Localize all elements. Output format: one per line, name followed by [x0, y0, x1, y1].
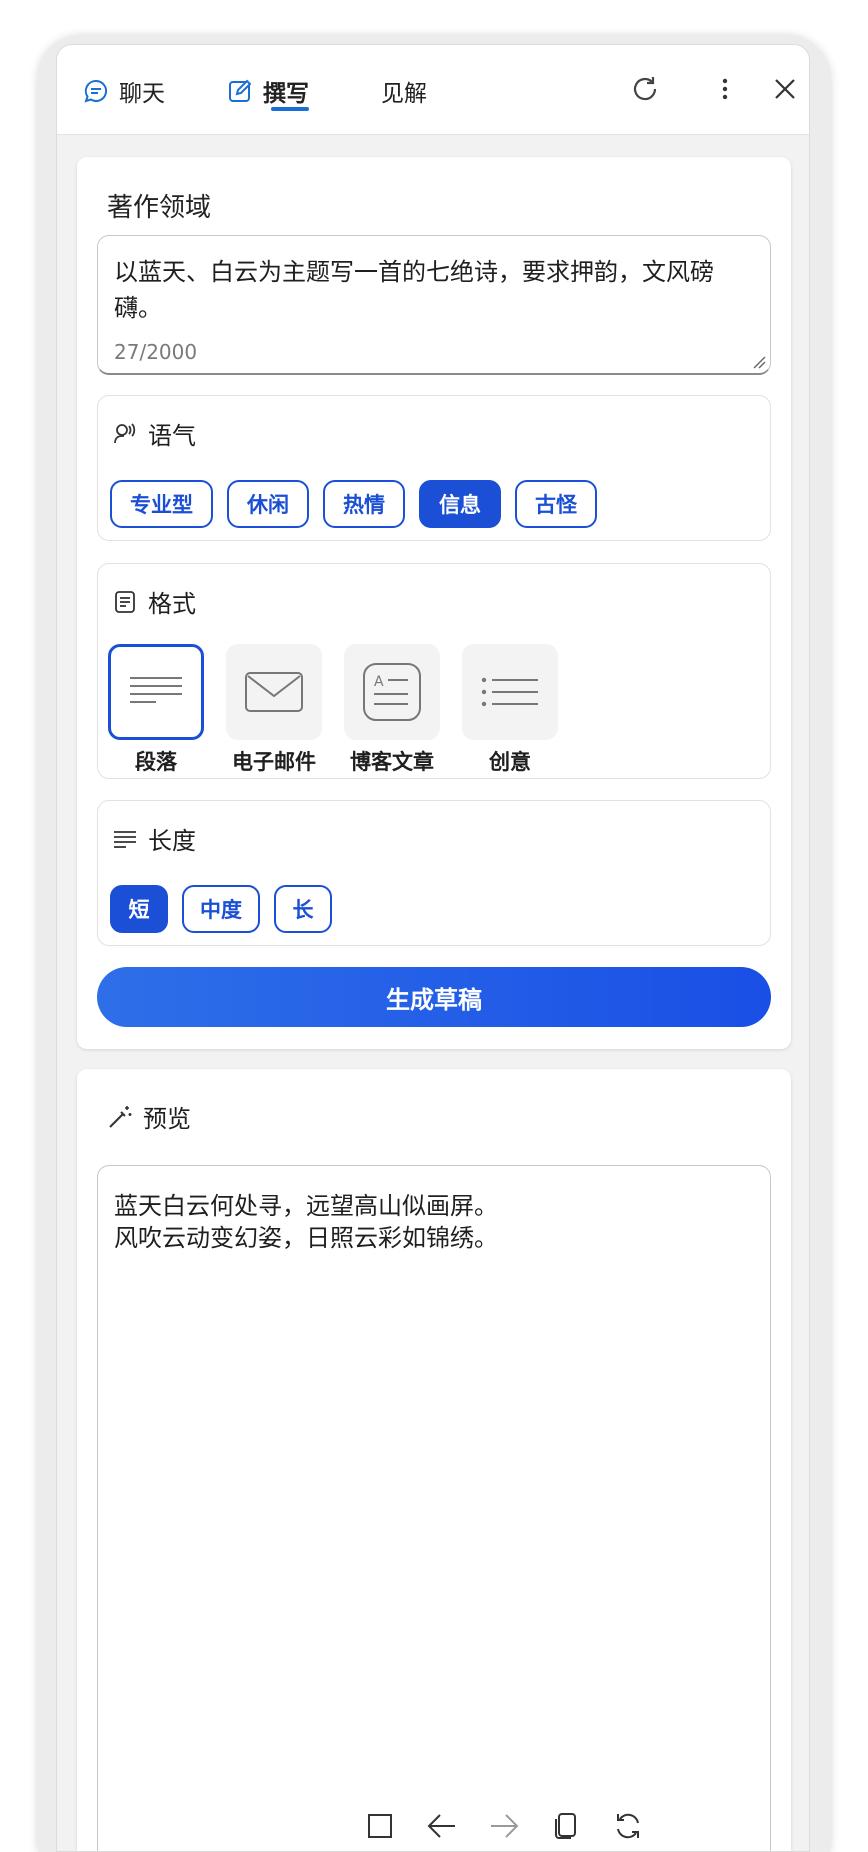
preview-header: 预览 — [107, 1099, 191, 1134]
svg-text:A: A — [374, 674, 384, 690]
close-icon — [775, 79, 795, 99]
format-paragraph-label: 段落 — [135, 750, 177, 774]
refresh-icon — [633, 77, 657, 101]
preview-line: 蓝天白云何处寻，远望高山似画屏。 — [114, 1192, 498, 1220]
format-blog-label: 博客文章 — [350, 750, 434, 774]
magic-wand-icon — [109, 1105, 132, 1128]
format-option-ideas[interactable]: 创意 — [460, 644, 560, 776]
tab-chat[interactable]: 聊天 — [83, 71, 165, 111]
next-button[interactable] — [484, 1806, 524, 1846]
format-options: 段落 电子邮件 A 博客文章 创意 — [106, 644, 578, 776]
resize-grip-icon[interactable] — [752, 355, 766, 369]
tone-label: 语气 — [148, 422, 196, 450]
blog-post-icon: A — [363, 663, 421, 721]
chat-icon — [84, 79, 108, 103]
copy-icon — [555, 1813, 576, 1839]
preview-label: 预览 — [143, 1105, 191, 1133]
regenerate-button[interactable] — [608, 1806, 648, 1846]
format-email-label: 电子邮件 — [232, 750, 316, 774]
tone-option-informational[interactable]: 信息 — [419, 480, 501, 528]
refresh-button[interactable] — [625, 69, 665, 109]
email-tile[interactable] — [226, 644, 322, 740]
header-bar: 聊天 撰写 见解 — [57, 45, 809, 135]
preview-toolbar — [360, 1806, 670, 1846]
length-label: 长度 — [148, 827, 196, 855]
tab-compose[interactable]: 撰写 — [227, 71, 309, 111]
ideas-tile[interactable] — [462, 644, 558, 740]
paragraph-tile[interactable] — [108, 644, 204, 740]
tone-header: 语气 — [112, 416, 196, 451]
length-header: 长度 — [112, 821, 196, 856]
active-tab-indicator — [271, 107, 309, 111]
length-options: 短 中度 长 — [110, 885, 346, 933]
compose-icon — [229, 79, 252, 102]
compose-card: 著作领域 以蓝天、白云为主题写一首的七绝诗，要求押韵，文风磅礴。 27/2000… — [77, 157, 791, 1049]
tone-section: 语气 专业型 休闲 热情 信息 古怪 — [97, 395, 771, 541]
tab-insight[interactable]: 见解 — [381, 71, 427, 111]
compose-pane: 聊天 撰写 见解 著作领域 以蓝天、白云为主题写一首的七绝诗，要求押韵，文风磅礴… — [56, 44, 810, 1852]
preview-output[interactable]: 蓝天白云何处寻，远望高山似画屏。 风吹云动变幻姿，日照云彩如锦绣。 — [97, 1165, 771, 1851]
tab-insight-label: 见解 — [381, 81, 427, 107]
format-option-paragraph[interactable]: 段落 — [106, 644, 206, 776]
tone-option-enthusiastic[interactable]: 热情 — [323, 480, 405, 528]
arrow-right-icon — [491, 1814, 519, 1838]
stop-button[interactable] — [360, 1806, 400, 1846]
format-option-blog[interactable]: A 博客文章 — [342, 644, 442, 776]
envelope-icon — [245, 672, 303, 712]
tone-options: 专业型 休闲 热情 信息 古怪 — [110, 480, 611, 528]
prompt-text: 以蓝天、白云为主题写一首的七绝诗，要求押韵，文风磅礴。 — [114, 258, 714, 322]
close-button[interactable] — [765, 69, 805, 109]
tone-option-professional[interactable]: 专业型 — [110, 480, 213, 528]
arrow-left-icon — [427, 1814, 455, 1838]
length-icon — [114, 830, 136, 848]
tone-option-casual[interactable]: 休闲 — [227, 480, 309, 528]
more-vertical-icon — [722, 78, 728, 100]
tone-option-funny[interactable]: 古怪 — [515, 480, 597, 528]
blog-tile[interactable]: A — [344, 644, 440, 740]
format-label: 格式 — [148, 590, 196, 618]
preview-line: 风吹云动变幻姿，日照云彩如锦绣。 — [114, 1224, 498, 1252]
format-icon — [115, 590, 135, 613]
format-section: 格式 段落 电子邮件 A 博客文章 创意 — [97, 563, 771, 779]
length-option-long[interactable]: 长 — [274, 885, 332, 933]
format-option-email[interactable]: 电子邮件 — [224, 644, 324, 776]
copy-button[interactable] — [546, 1806, 586, 1846]
format-header: 格式 — [112, 584, 196, 619]
tone-icon — [114, 422, 136, 443]
length-option-medium[interactable]: 中度 — [182, 885, 260, 933]
character-count: 27/2000 — [114, 340, 198, 364]
paragraph-icon — [130, 677, 182, 703]
previous-button[interactable] — [422, 1806, 462, 1846]
more-options-button[interactable] — [705, 69, 745, 109]
tab-compose-label: 撰写 — [263, 81, 309, 107]
bullet-list-icon — [481, 677, 538, 707]
length-section: 长度 短 中度 长 — [97, 800, 771, 946]
prompt-input[interactable]: 以蓝天、白云为主题写一首的七绝诗，要求押韵，文风磅礴。 27/2000 — [97, 235, 771, 375]
square-icon — [368, 1814, 392, 1838]
regenerate-icon — [617, 1813, 639, 1839]
format-ideas-label: 创意 — [489, 750, 531, 774]
length-option-short[interactable]: 短 — [110, 885, 168, 933]
preview-card: 预览 蓝天白云何处寻，远望高山似画屏。 风吹云动变幻姿，日照云彩如锦绣。 — [77, 1069, 791, 1851]
compose-title: 著作领域 — [107, 193, 212, 223]
generate-draft-button[interactable]: 生成草稿 — [97, 967, 771, 1027]
tab-chat-label: 聊天 — [119, 81, 165, 107]
